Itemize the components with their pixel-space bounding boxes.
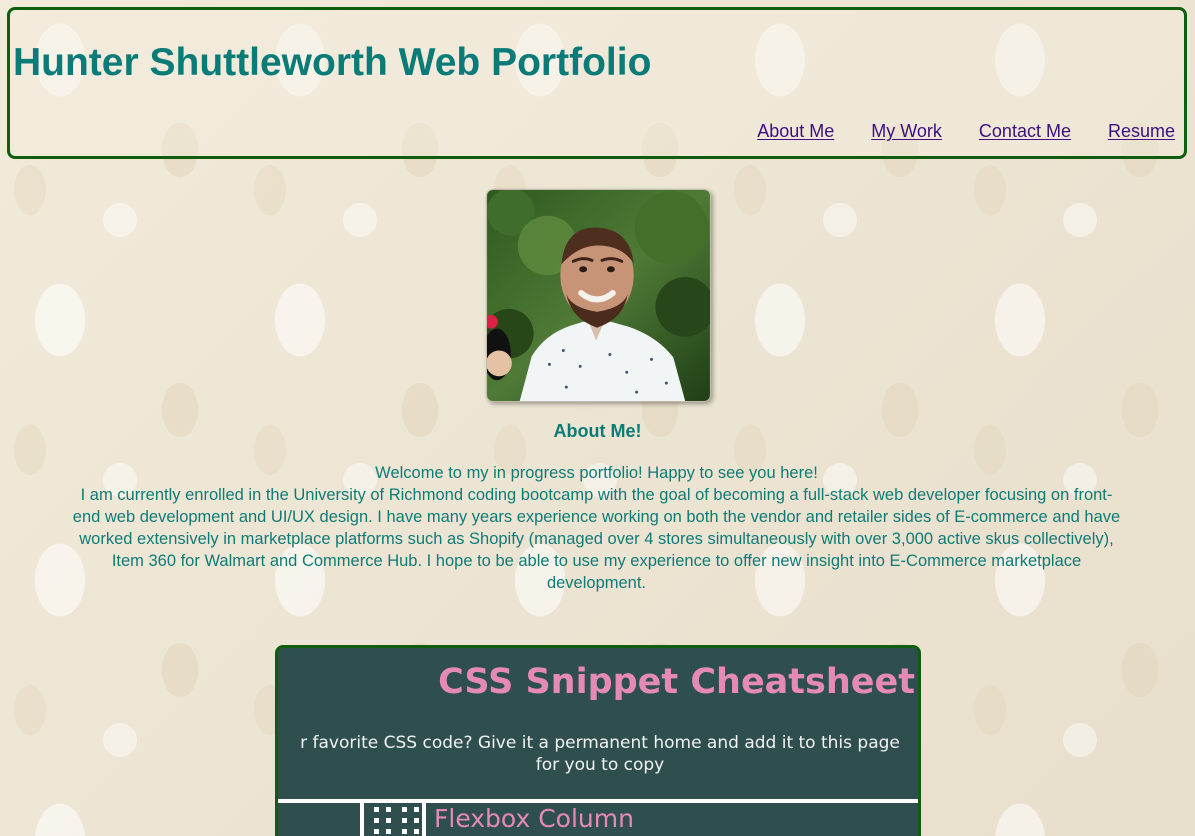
flexbox-column-tab: Flexbox Column bbox=[422, 799, 918, 836]
about-copy-line-2: I am currently enrolled in the Universit… bbox=[80, 486, 1113, 504]
main-navigation: About Me My Work Contact Me Resume bbox=[757, 121, 1175, 142]
nav-work-link[interactable]: My Work bbox=[871, 121, 942, 142]
about-copy-line-3: end web development and UI/UX design. I … bbox=[72, 508, 1121, 526]
about-copy-line-1: Welcome to my in progress portfolio! Hap… bbox=[375, 464, 818, 482]
drag-handle-icon bbox=[364, 803, 422, 836]
nav-about-link[interactable]: About Me bbox=[757, 121, 834, 142]
about-copy: Welcome to my in progress portfolio! Hap… bbox=[34, 462, 1159, 594]
project-title: CSS Snippet Cheatsheet bbox=[438, 662, 915, 702]
profile-photo-illustration bbox=[487, 190, 710, 401]
css-snippet-project-card[interactable]: CSS Snippet Cheatsheet r favorite CSS co… bbox=[275, 645, 921, 836]
about-heading: About Me! bbox=[553, 421, 642, 441]
about-copy-line-4: worked extensively in marketplace platfo… bbox=[79, 530, 1114, 548]
project-subtitle: r favorite CSS code? Give it a permanent… bbox=[278, 732, 918, 776]
site-header: Hunter Shuttleworth Web Portfolio About … bbox=[7, 7, 1187, 159]
drag-handle-icon-svg bbox=[374, 807, 419, 834]
site-title: Hunter Shuttleworth Web Portfolio bbox=[13, 41, 652, 84]
snippet-left-block bbox=[278, 799, 364, 836]
nav-contact-link[interactable]: Contact Me bbox=[979, 121, 1071, 142]
profile-photo bbox=[486, 189, 711, 402]
project-subtitle-line-1: r favorite CSS code? Give it a permanent… bbox=[300, 733, 900, 753]
snippet-preview-bar: Flexbox Column bbox=[278, 799, 918, 836]
nav-resume-link[interactable]: Resume bbox=[1108, 121, 1175, 142]
about-copy-line-5: Item 360 for Walmart and Commerce Hub. I… bbox=[111, 552, 1082, 570]
project-subtitle-line-2: for you to copy bbox=[535, 755, 665, 775]
about-copy-line-6: development. bbox=[546, 574, 647, 592]
